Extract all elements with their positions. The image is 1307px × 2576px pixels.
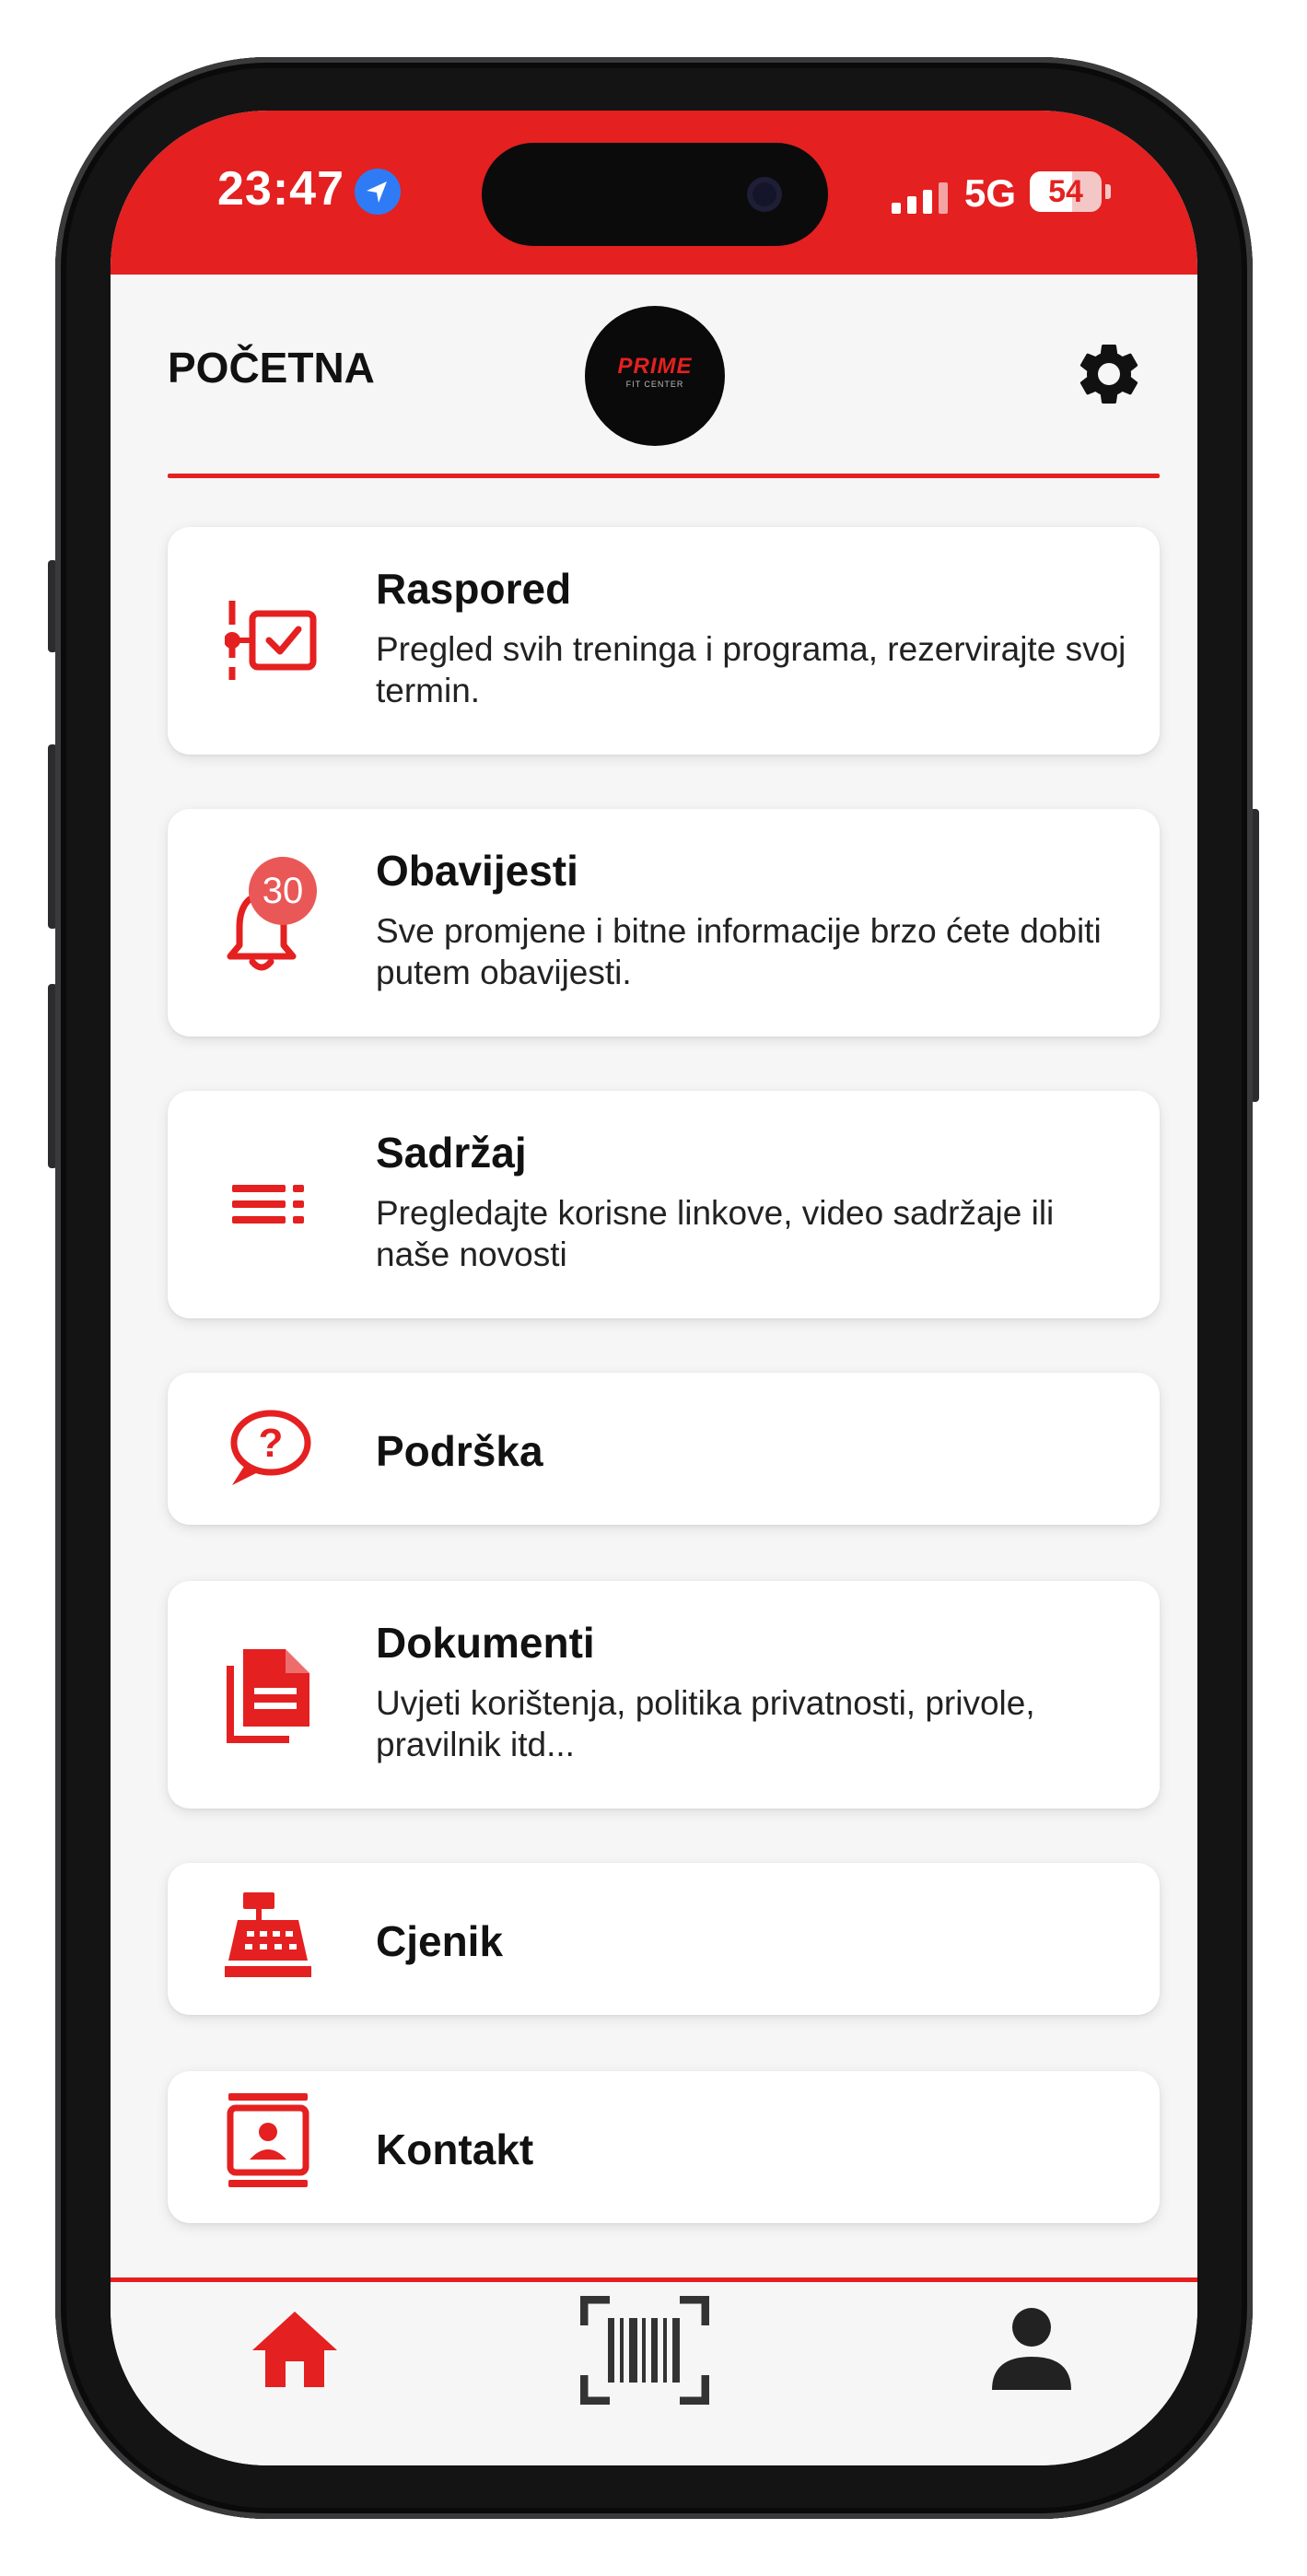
settings-button[interactable] bbox=[1072, 337, 1146, 411]
card-description: Pregled svih treninga i programa, rezerv… bbox=[376, 630, 1126, 709]
page-title: POČETNA bbox=[168, 344, 375, 392]
header-divider bbox=[168, 474, 1160, 478]
nav-scan-button[interactable] bbox=[579, 2295, 710, 2406]
card-title: Kontakt bbox=[376, 2125, 534, 2173]
menu-card-raspored[interactable]: Raspored Pregled svih treninga i program… bbox=[168, 527, 1160, 755]
location-arrow-icon bbox=[355, 169, 401, 215]
notification-badge: 30 bbox=[249, 857, 317, 925]
status-time: 23:47 bbox=[217, 162, 344, 216]
status-bar: 23:47 5G 54 bbox=[111, 111, 1197, 275]
card-description: Uvjeti korištenja, politika privatnosti,… bbox=[376, 1684, 1035, 1763]
menu-card-dokumenti[interactable]: Dokumenti Uvjeti korištenja, politika pr… bbox=[168, 1581, 1160, 1809]
card-title: Dokumenti bbox=[376, 1619, 595, 1667]
battery-level: 54 bbox=[1048, 174, 1083, 209]
card-description: Sve promjene i bitne informacije brzo će… bbox=[376, 912, 1102, 991]
logo-subtext: FIT CENTER bbox=[625, 380, 684, 389]
menu-card-cjenik[interactable]: Cjenik bbox=[168, 1863, 1160, 2015]
card-title: Sadržaj bbox=[376, 1129, 527, 1177]
signal-icon bbox=[892, 182, 948, 214]
help-chat-icon: ? bbox=[230, 1410, 311, 1485]
home-icon bbox=[252, 2312, 337, 2387]
documents-icon bbox=[227, 1649, 309, 1743]
front-camera bbox=[747, 177, 782, 212]
card-title: Cjenik bbox=[376, 1917, 504, 1965]
svg-text:?: ? bbox=[259, 1421, 284, 1466]
battery-icon: 54 bbox=[1030, 171, 1102, 212]
menu-card-kontakt[interactable]: Kontakt bbox=[168, 2071, 1160, 2223]
menu-card-obavijesti[interactable]: 30 Obavijesti Sve promjene i bitne infor… bbox=[168, 809, 1160, 1036]
card-title: Obavijesti bbox=[376, 847, 578, 895]
phone-screen: 23:47 5G 54 POČETNA PRIME FIT CENTER Ras… bbox=[111, 111, 1197, 2465]
network-label: 5G bbox=[964, 171, 1017, 215]
menu-card-podrska[interactable]: ? Podrška bbox=[168, 1373, 1160, 1525]
card-title: Raspored bbox=[376, 565, 572, 613]
brand-logo: PRIME FIT CENTER bbox=[585, 306, 725, 446]
logo-text: PRIME bbox=[617, 354, 693, 379]
contact-card-icon bbox=[227, 2093, 309, 2187]
card-description: Pregledajte korisne linkove, video sadrž… bbox=[376, 1194, 1055, 1273]
nav-profile-button[interactable] bbox=[990, 2305, 1073, 2393]
profile-icon bbox=[992, 2308, 1071, 2390]
bottom-nav bbox=[111, 2282, 1197, 2465]
battery-tip bbox=[1105, 184, 1111, 199]
menu-card-sadrzaj[interactable]: Sadržaj Pregledajte korisne linkove, vid… bbox=[168, 1091, 1160, 1318]
schedule-check-icon bbox=[225, 601, 317, 680]
gear-icon bbox=[1079, 344, 1138, 404]
cash-register-icon bbox=[225, 1892, 311, 1977]
nav-home-button[interactable] bbox=[249, 2308, 341, 2391]
card-title: Podrška bbox=[376, 1427, 543, 1475]
list-icon bbox=[232, 1185, 304, 1224]
barcode-scan-icon bbox=[579, 2295, 710, 2406]
